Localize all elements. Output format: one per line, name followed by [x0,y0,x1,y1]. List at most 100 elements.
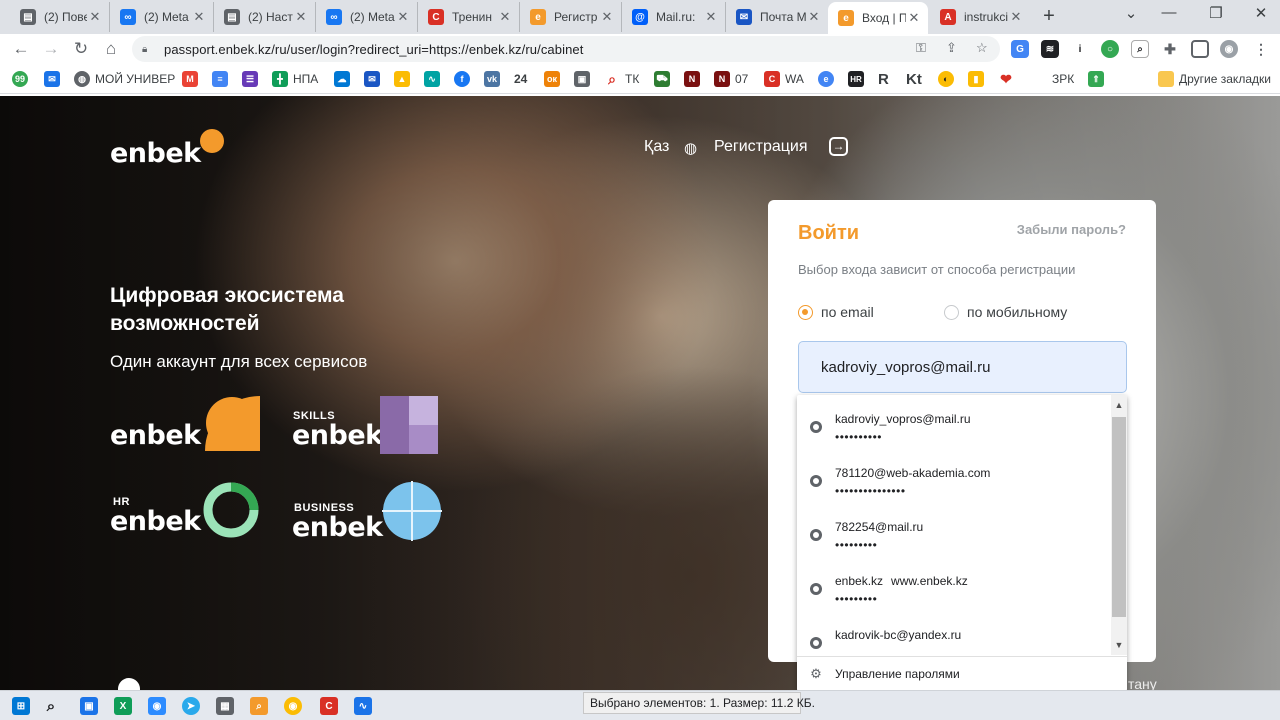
email-field[interactable] [798,341,1127,393]
bookmark-npa[interactable]: ╋ НПА [272,70,318,88]
puzzle-icon[interactable]: ✚ [1161,40,1179,58]
reload-icon[interactable]: ↻ [70,38,92,60]
taskbar-wave-icon[interactable]: ∿ [354,697,372,715]
taskbar-app-icon[interactable]: ▣ [80,697,98,715]
calculator-icon[interactable]: ▦ [216,697,234,715]
info-icon[interactable]: i [1071,40,1089,58]
radio-mobile[interactable]: по мобильному [944,304,1067,320]
forgot-password-link[interactable]: Забыли пароль? [1017,222,1126,237]
autofill-scrollbar[interactable]: ▲ ▼ [1111,395,1127,655]
layers-icon[interactable]: ≋ [1041,40,1059,58]
tab-1[interactable]: ∞ (2) Meta ✕ [110,2,214,32]
tab-2[interactable]: ▤ (2) Наст ✕ [214,2,316,32]
new-tab-button[interactable]: + [1038,6,1060,28]
autofill-item[interactable]: enbek.kz www.enbek.kz ••••••••• [797,557,1111,611]
bookmark-circle-icon[interactable]: ◐ [938,71,954,87]
close-icon[interactable]: ✕ [906,10,922,26]
drive-icon[interactable]: ▲ [394,71,410,87]
close-icon[interactable]: ✕ [1008,9,1024,25]
vk-icon[interactable]: vk [484,71,500,87]
scroll-up-icon[interactable]: ▲ [1111,397,1127,413]
bookmark-wave-icon[interactable]: ∿ [424,71,440,87]
forms-icon[interactable]: ☰ [242,71,258,87]
service-skills[interactable]: enbek [292,420,383,451]
bookmark-tk[interactable]: ⌕ ТК [604,70,639,88]
scroll-down-icon[interactable]: ▼ [1111,637,1127,653]
docs-icon[interactable]: ≡ [212,71,228,87]
taskbar-excel-icon[interactable]: X [114,697,132,715]
bookmark-chart-icon[interactable]: ▮ [968,71,984,87]
facebook-icon[interactable]: f [454,71,470,87]
autofill-item[interactable]: 782254@mail.ru ••••••••• [797,503,1111,557]
close-icon[interactable]: ✕ [293,9,309,25]
manage-passwords[interactable]: ⚙ Управление паролями [797,656,1127,691]
tab-0[interactable]: ▤ (2) Пове ✕ [10,2,110,32]
taskbar-c-app-icon[interactable]: C [320,697,338,715]
star-icon[interactable]: ☆ [976,40,988,56]
bookmark-n-icon[interactable]: N [684,71,700,87]
ok-icon[interactable]: ок [544,71,560,87]
bookmark-univer[interactable]: ◍ МОЙ УНИВЕР [74,70,175,88]
close-icon[interactable]: ✕ [395,9,411,25]
tab-6[interactable]: @ Mail.ru: ✕ [622,2,726,32]
service-enbek[interactable]: enbek [110,420,201,451]
bookmark-car-icon[interactable]: ⛟ [654,71,670,87]
tab-5[interactable]: e Регистр ✕ [520,2,622,32]
bookmark-r[interactable]: R [878,70,889,88]
telegram-icon[interactable]: ➤ [182,697,200,715]
bookmark-tree-icon[interactable]: ⇑ [1088,71,1104,87]
windows-start-icon[interactable]: ⊞ [12,697,30,715]
bookmark-e-icon[interactable]: e [818,71,834,87]
chrome-icon[interactable]: ◉ [284,697,302,715]
tab-search-icon[interactable]: ⌄ [1118,4,1144,26]
close-icon[interactable]: ✕ [806,9,822,25]
register-link[interactable]: Регистрация [714,138,808,156]
close-icon[interactable]: ✕ [87,9,103,25]
address-bar[interactable]: 🔒︎ passport.enbek.kz/ru/user/login?redir… [132,36,1000,62]
close-window-button[interactable]: ✕ [1248,4,1274,26]
tab-3[interactable]: ∞ (2) Meta ✕ [316,2,418,32]
translate-icon[interactable]: G [1011,40,1029,58]
bookmark-99-icon[interactable]: 99 [12,71,28,87]
bookmark-mail-icon[interactable]: ✉ [44,71,60,87]
minimize-button[interactable]: — [1156,4,1182,26]
heart-icon[interactable]: ❤ [998,71,1014,87]
tab-9[interactable]: A instrukci ✕ [930,2,1030,32]
tab-4[interactable]: C Тренин ✕ [418,2,520,32]
scroll-thumb[interactable] [1112,417,1126,617]
autofill-item[interactable]: kadroviy_vopros@mail.ru •••••••••• [797,395,1111,449]
service-hr[interactable]: enbek [110,506,201,537]
login-arrow-icon[interactable]: → [829,137,848,156]
close-icon[interactable]: ✕ [497,9,513,25]
close-icon[interactable]: ✕ [599,9,615,25]
other-bookmarks[interactable]: Другие закладки [1158,70,1271,88]
zoom-icon[interactable]: ◉ [148,697,166,715]
sidepanel-icon[interactable] [1191,40,1209,58]
close-icon[interactable]: ✕ [191,9,207,25]
bookmark-hr[interactable]: HR [848,70,869,88]
close-icon[interactable]: ✕ [703,9,719,25]
home-icon[interactable]: ⌂ [100,38,122,60]
share-icon[interactable]: ⇪ [946,40,957,56]
bookmark-24[interactable]: 24 [514,70,527,88]
menu-icon[interactable]: ⋮ [1252,40,1270,58]
radio-email[interactable]: по email [798,304,874,320]
key-icon[interactable]: ⚿ [916,40,926,56]
extension-green-icon[interactable]: ○ [1101,40,1119,58]
autofill-item[interactable]: 781120@web-akademia.com ••••••••••••••• [797,449,1111,503]
site-logo[interactable]: enbek [110,138,201,169]
avatar[interactable]: ◉ [1220,40,1238,58]
maximize-button[interactable]: ❐ [1203,4,1229,26]
zoom-extension-icon[interactable]: ⌕ [1131,40,1149,58]
bookmark-wa[interactable]: C WA [764,70,804,88]
bookmark-zrk[interactable]: ЗРК [1052,70,1074,88]
search-icon[interactable]: ⌕ [42,697,60,715]
back-icon[interactable]: ← [10,38,32,60]
language-switch[interactable]: Қаз [644,138,669,156]
bookmark-kt[interactable]: Kt [906,70,922,88]
gmail-icon[interactable]: M [182,71,198,87]
bookmark-07[interactable]: N 07 [714,70,748,88]
taskbar-search-app-icon[interactable]: ⌕ [250,697,268,715]
tab-7[interactable]: ✉ Почта М ✕ [726,2,828,32]
outlook-icon[interactable]: ✉ [364,71,380,87]
